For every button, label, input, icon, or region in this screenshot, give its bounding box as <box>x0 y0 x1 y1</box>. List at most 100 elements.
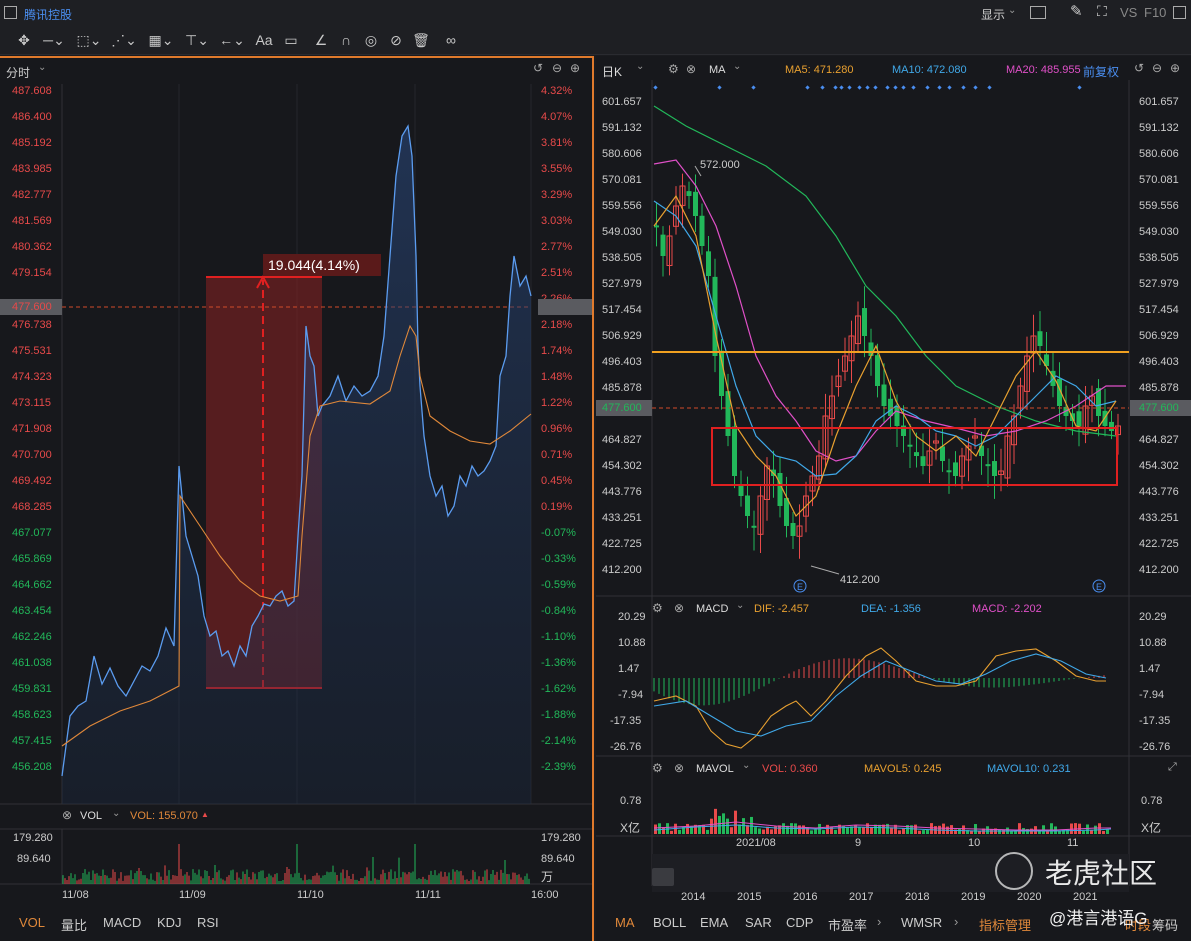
trash-icon[interactable]: 🗑 <box>412 29 430 51</box>
line-tool-icon[interactable]: ─⌄ <box>40 29 68 51</box>
event-dot <box>873 85 878 90</box>
tab-ma[interactable]: MA <box>615 915 635 930</box>
magnet-icon[interactable]: ∩ <box>336 29 356 51</box>
pct-tick: -2.39% <box>541 761 576 773</box>
macd-title[interactable]: MACD <box>696 603 728 615</box>
event-dot <box>901 85 906 90</box>
comment-icon[interactable]: ▭ <box>281 29 301 51</box>
chevron-down-icon: ⌄ <box>112 808 121 819</box>
macd-tick: 20.29 <box>618 611 646 623</box>
x-label: 9 <box>855 837 862 849</box>
tab-pe[interactable]: 市盈率 <box>828 915 867 934</box>
chevron-right-icon[interactable]: › <box>954 914 958 929</box>
price-tick: 601.657 <box>1139 96 1179 108</box>
price-tick: 517.454 <box>602 304 642 316</box>
sidebar-toggle-icon[interactable] <box>4 6 17 19</box>
measure-tool-icon[interactable]: ⊤⌄ <box>183 29 211 51</box>
event-dot <box>987 85 992 90</box>
hide-icon[interactable]: ◎ <box>360 29 382 51</box>
price-tick: 454.302 <box>1139 460 1179 472</box>
tab-chips[interactable]: 筹码 <box>1152 915 1178 934</box>
wave-tool-icon[interactable]: ⋰⌄ <box>110 29 138 51</box>
text-tool-icon[interactable]: Aa <box>253 29 275 51</box>
mavol-bar <box>1050 823 1053 834</box>
tab-sar[interactable]: SAR <box>745 915 772 930</box>
mavol-bar <box>930 823 933 834</box>
tab-kdj[interactable]: KDJ <box>157 915 182 930</box>
svg-text:E: E <box>797 582 803 592</box>
price-tick: 422.725 <box>602 538 642 550</box>
tab-wmsr[interactable]: WMSR <box>901 915 942 930</box>
candle-body <box>894 406 900 426</box>
drawing-toolbar: ✥ ─⌄ ⬚⌄ ⋰⌄ ▦⌄ ⊤⌄ ←⌄ Aa ▭ ∠ ∩ ◎ ⊘ 🗑 ∞ <box>0 26 1191 55</box>
candle-body <box>862 308 867 336</box>
mavol-bar <box>922 830 925 834</box>
event-dot <box>911 85 916 90</box>
display-menu[interactable]: 显示 <box>981 6 1005 23</box>
mavol-bar <box>662 827 665 834</box>
close-icon[interactable]: ⊗ <box>62 808 72 822</box>
candle-body <box>875 355 880 386</box>
f10-button[interactable]: F10 <box>1144 5 1166 20</box>
link-icon[interactable]: ∞ <box>440 29 462 51</box>
range-box[interactable] <box>711 427 1118 486</box>
price-tick: 459.831 <box>12 683 52 695</box>
tab-volume-ratio[interactable]: 量比 <box>61 915 87 934</box>
mavol-bar <box>658 823 661 834</box>
event-dot <box>751 85 756 90</box>
tab-boll[interactable]: BOLL <box>653 915 686 930</box>
event-dot <box>847 85 852 90</box>
mavol-title[interactable]: MAVOL <box>696 763 734 775</box>
fib-tool-icon[interactable]: ▦⌄ <box>147 29 175 51</box>
vol-title[interactable]: VOL <box>80 810 102 822</box>
event-dot <box>865 85 870 90</box>
layout-icon[interactable] <box>1030 6 1046 19</box>
fullscreen-icon[interactable]: ⛶ <box>1097 3 1107 20</box>
mavol-bar <box>958 828 961 834</box>
lock-icon[interactable]: ⊘ <box>386 29 406 51</box>
candle-body <box>738 485 744 496</box>
tab-rsi[interactable]: RSI <box>197 915 219 930</box>
mavol-bar <box>998 829 1001 834</box>
settings-icon[interactable]: ⚙ <box>652 761 663 775</box>
tab-cdp[interactable]: CDP <box>786 915 813 930</box>
tab-macd[interactable]: MACD <box>103 915 141 930</box>
mavol-bar <box>726 818 729 834</box>
pen-icon[interactable]: ✎ <box>1070 2 1083 20</box>
pct-tick: 0.71% <box>541 449 573 461</box>
close-icon[interactable]: ⊗ <box>674 601 684 615</box>
mavol-bar <box>858 827 861 834</box>
vs-button[interactable]: VS <box>1120 5 1137 20</box>
pct-tick: 0.96% <box>541 423 573 435</box>
pct-tick: -0.59% <box>541 579 576 591</box>
mavol-bar <box>942 823 945 834</box>
price-tick: 580.606 <box>1139 148 1179 160</box>
close-icon[interactable]: ⊗ <box>674 761 684 775</box>
arrow-tool-icon[interactable]: ←⌄ <box>218 29 246 51</box>
expand-icon[interactable]: ⤢ <box>1168 761 1177 774</box>
settings-icon[interactable]: ⚙ <box>652 601 663 615</box>
date-label: 16:00 <box>531 889 559 901</box>
more-icon[interactable] <box>1173 6 1186 19</box>
volume-bars <box>62 844 530 884</box>
mavol-bar <box>802 825 805 834</box>
tab-ema[interactable]: EMA <box>700 915 728 930</box>
date-label: 11/09 <box>179 889 206 901</box>
mavol-bar <box>758 828 761 834</box>
pct-tick: -0.07% <box>541 527 576 539</box>
candle-body <box>914 452 919 456</box>
tab-indicator-manage[interactable]: 指标管理 <box>979 915 1031 934</box>
vol-axis-top-right: 179.280 <box>541 832 581 844</box>
rect-tool-icon[interactable]: ⬚⌄ <box>75 29 103 51</box>
move-icon[interactable]: ✥ <box>14 29 34 51</box>
mavol-bar <box>898 830 901 834</box>
mavol-bar <box>862 827 865 834</box>
chevron-right-icon[interactable]: › <box>877 914 881 929</box>
date-label: 11/10 <box>297 889 324 901</box>
price-tick: 471.908 <box>12 423 52 435</box>
tab-vol[interactable]: VOL <box>19 915 45 930</box>
mavol-bar <box>1066 829 1069 834</box>
intraday-panel: 分时 ⌄ ↺ ⊖ ⊕ 487.608 486.400 485.192 483.9… <box>0 56 594 941</box>
ruler-icon[interactable]: ∠ <box>312 29 330 51</box>
mavol-bar <box>1086 824 1089 834</box>
